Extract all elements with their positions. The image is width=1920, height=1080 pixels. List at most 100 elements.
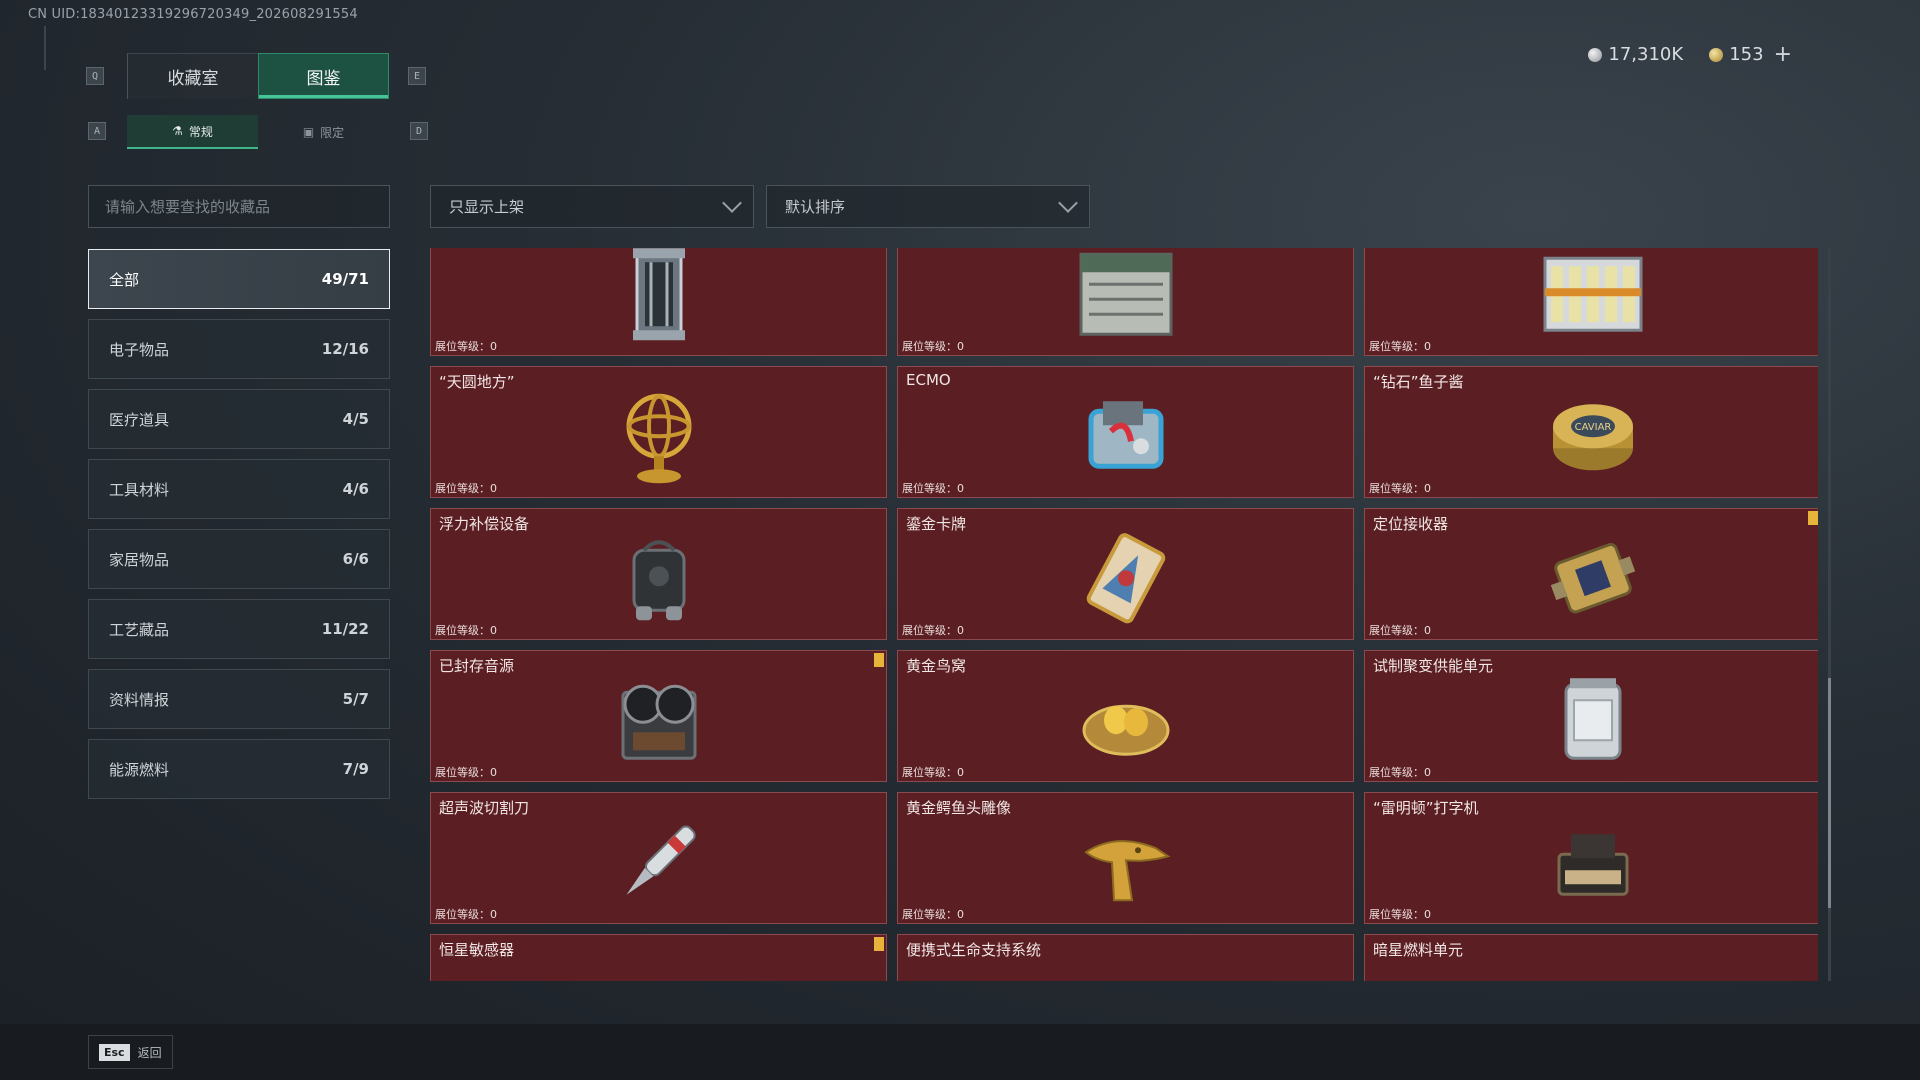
typewriter-icon [1543, 812, 1643, 916]
item-name: 浮力补偿设备 [439, 515, 530, 533]
category-household[interactable]: 家居物品 6/6 [88, 529, 390, 589]
subtab-regular[interactable]: ⚗ 常规 [127, 115, 258, 149]
subtab-next-key[interactable]: D [410, 122, 428, 140]
collectible-card[interactable]: 展位等级：0 [430, 248, 887, 356]
display-level: 展位等级：0 [1369, 340, 1431, 353]
reactor-core-icon [619, 248, 699, 348]
gold-coin-icon [1709, 47, 1724, 62]
display-level: 展位等级：0 [435, 766, 497, 779]
tab-prev-key[interactable]: Q [86, 67, 104, 85]
sort-dropdown[interactable]: 默认排序 [766, 185, 1090, 228]
display-level: 展位等级：0 [1369, 766, 1431, 779]
subtab-prev-key[interactable]: A [88, 122, 106, 140]
category-crafts[interactable]: 工艺藏品 11/22 [88, 599, 390, 659]
item-name: 定位接收器 [1373, 515, 1449, 533]
category-tools[interactable]: 工具材料 4/6 [88, 459, 390, 519]
fuel-cell-icon [1543, 954, 1643, 981]
item-name: 黄金鸟窝 [906, 657, 967, 675]
item-name: ECMO [906, 371, 951, 389]
add-currency-button[interactable]: + [1774, 42, 1792, 67]
category-medical[interactable]: 医疗道具 4/5 [88, 389, 390, 449]
display-level: 展位等级：0 [902, 340, 964, 353]
bottom-bar [0, 1024, 1920, 1080]
item-grid: 展位等级：0 展位等级：0 展位等级：0 “天圆地方” 展位等级：0 ECMO 展位等级：0… [430, 248, 1818, 981]
item-name: “天圆地方” [439, 373, 515, 391]
ecmo-machine-icon [1071, 386, 1181, 490]
display-level: 展位等级：0 [1369, 482, 1431, 495]
display-level: 展位等级：0 [435, 482, 497, 495]
collectible-card[interactable]: 便携式生命支持系统展位等级：0 [897, 934, 1354, 981]
main-tabs: 收藏室 图鉴 [127, 53, 389, 99]
diving-bcd-icon [614, 528, 704, 632]
silver-currency: 17,310K [1588, 44, 1683, 65]
collectible-card[interactable]: 展位等级：0 [1364, 248, 1818, 356]
gold-crocodile-icon [1076, 812, 1176, 916]
display-level: 展位等级：0 [1369, 624, 1431, 637]
item-name: 恒星敏感器 [439, 941, 515, 959]
uid-label: CN UID:18340123319296720349_202608291554 [28, 7, 358, 22]
category-list: 全部 49/71 电子物品 12/16 医疗道具 4/5 工具材料 4/6 家居物品 6/… [88, 249, 390, 809]
collectible-card[interactable]: 黄金鸟窝展位等级：0 [897, 650, 1354, 782]
collectible-card[interactable]: “钻石”鱼子酱 CAVIAR 展位等级：0 [1364, 366, 1818, 498]
gps-receiver-icon [1543, 528, 1643, 632]
display-level: 展位等级：0 [435, 908, 497, 921]
gold-currency: 153 + [1709, 42, 1792, 67]
item-name: 超声波切割刀 [439, 799, 530, 817]
collectible-card[interactable]: 黄金鳄鱼头雕像 展位等级：0 [897, 792, 1354, 924]
category-energy[interactable]: 能源燃料 7/9 [88, 739, 390, 799]
scrollbar-thumb[interactable] [1828, 678, 1831, 908]
tab-collection-room[interactable]: 收藏室 [127, 53, 258, 99]
category-intel[interactable]: 资料情报 5/7 [88, 669, 390, 729]
subtab-limited[interactable]: ▣ 限定 [258, 115, 389, 149]
category-all[interactable]: 全部 49/71 [88, 249, 390, 309]
grid-scrollbar[interactable] [1828, 248, 1831, 981]
item-grid-viewport: 展位等级：0 展位等级：0 展位等级：0 “天圆地方” 展位等级：0 ECMO 展位等级：0… [430, 248, 1818, 981]
display-level: 展位等级：0 [902, 482, 964, 495]
collectible-card[interactable]: 鎏金卡牌展位等级：0 [897, 508, 1354, 640]
back-button[interactable]: Esc 返回 [88, 1035, 173, 1069]
currency-bar: 17,310K 153 + [1588, 42, 1792, 67]
tab-catalog[interactable]: 图鉴 [258, 53, 389, 99]
display-level: 展位等级：0 [435, 340, 497, 353]
category-electronics[interactable]: 电子物品 12/16 [88, 319, 390, 379]
display-level: 展位等级：0 [435, 624, 497, 637]
item-name: 鎏金卡牌 [906, 515, 967, 533]
caviar-tin-icon: CAVIAR [1543, 386, 1643, 490]
display-level: 展位等级：0 [902, 624, 964, 637]
alert-marker-icon [874, 937, 884, 951]
alert-marker-icon [874, 653, 884, 667]
silver-coin-icon [1588, 47, 1603, 62]
collectible-card[interactable]: “雷明顿”打字机展位等级：0 [1364, 792, 1818, 924]
reel-recorder-icon [609, 670, 709, 774]
item-name: “钻石”鱼子酱 [1373, 373, 1464, 391]
collectible-card[interactable]: 浮力补偿设备展位等级：0 [430, 508, 887, 640]
collectible-card[interactable]: 暗星燃料单元展位等级：0 [1364, 934, 1818, 981]
display-level: 展位等级：0 [1369, 908, 1431, 921]
sub-tabs: ⚗ 常规 ▣ 限定 [127, 115, 389, 149]
life-support-icon [1076, 954, 1176, 981]
collectible-card[interactable]: 试制聚变供能单元展位等级：0 [1364, 650, 1818, 782]
display-level: 展位等级：0 [902, 908, 964, 921]
item-name: “雷明顿”打字机 [1373, 799, 1479, 817]
shelf-filter-dropdown[interactable]: 只显示上架 [430, 185, 754, 228]
collectible-card[interactable]: 已封存音源展位等级：0 [430, 650, 887, 782]
collectible-card[interactable]: 超声波切割刀展位等级：0 [430, 792, 887, 924]
search-input[interactable] [88, 185, 390, 228]
flask-icon: ⚗ [172, 124, 183, 138]
collectible-card[interactable]: 展位等级：0 [897, 248, 1354, 356]
collectible-card[interactable]: 恒星敏感器展位等级：0 [430, 934, 887, 981]
item-name: 暗星燃料单元 [1373, 941, 1464, 959]
svg-text:CAVIAR: CAVIAR [1574, 422, 1611, 433]
display-level: 展位等级：0 [902, 766, 964, 779]
chevron-down-icon [1058, 192, 1078, 213]
item-name: 试制聚变供能单元 [1373, 657, 1494, 675]
image-icon: ▣ [302, 125, 315, 139]
decorative-line [44, 26, 46, 70]
chevron-down-icon [722, 192, 742, 213]
collectible-card[interactable]: 定位接收器展位等级：0 [1364, 508, 1818, 640]
tab-next-key[interactable]: E [408, 67, 426, 85]
collectible-card[interactable]: ECMO 展位等级：0 [897, 366, 1354, 498]
collectible-card[interactable]: “天圆地方” 展位等级：0 [430, 366, 887, 498]
item-name: 已封存音源 [439, 657, 515, 675]
alert-marker-icon [1808, 511, 1818, 525]
